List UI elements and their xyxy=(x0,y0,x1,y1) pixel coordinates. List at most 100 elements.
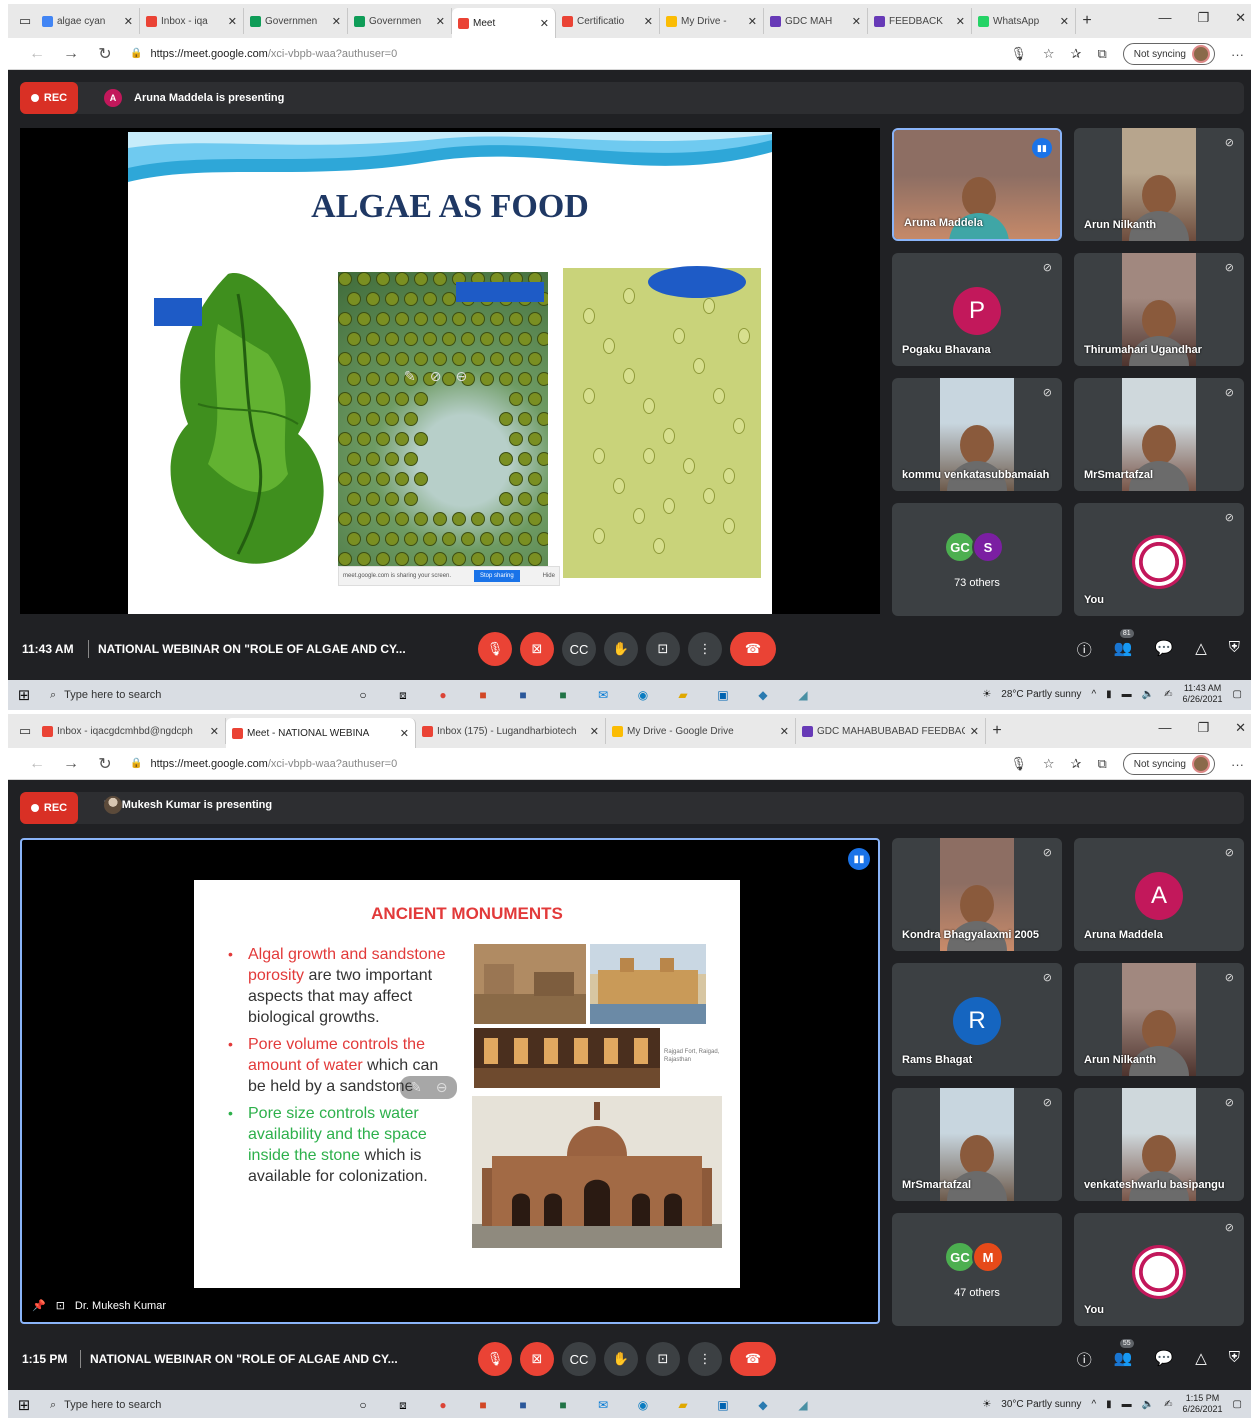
camera-off-button[interactable]: ⊠ xyxy=(520,1342,554,1376)
battery-icon[interactable]: ▮ xyxy=(1106,689,1112,700)
pin-icon[interactable]: ✎ xyxy=(404,368,416,385)
participant-tile[interactable]: You ⊘ xyxy=(1074,1213,1244,1326)
tab-close-icon[interactable]: ✕ xyxy=(210,725,219,738)
favorites-icon[interactable]: ✰ xyxy=(1071,46,1082,62)
meeting-info-icon[interactable]: ⓘ xyxy=(1077,639,1092,660)
volume-icon[interactable]: 🔈 xyxy=(1142,689,1154,700)
participant-tile[interactable]: Kondra Bhagyalaxmi 2005 ⊘ xyxy=(892,838,1062,951)
browser-tab[interactable]: My Drive - Google Drive ✕ xyxy=(606,718,796,744)
url-field[interactable]: 🔒 https://meet.google.com /xci-vbpb-waa?… xyxy=(130,758,397,770)
chat-icon[interactable]: 💬 xyxy=(1155,1349,1174,1370)
weather-text[interactable]: 28°C Partly sunny xyxy=(1001,689,1081,700)
participant-tile[interactable]: Aruna Maddela ▮▮ xyxy=(892,128,1062,241)
leave-call-button[interactable]: ☎ xyxy=(730,632,776,666)
favorite-add-icon[interactable]: ☆ xyxy=(1043,756,1055,772)
leave-call-button[interactable]: ☎ xyxy=(730,1342,776,1376)
activities-icon[interactable]: △ xyxy=(1195,639,1207,660)
participant-tile[interactable]: You ⊘ xyxy=(1074,503,1244,616)
meeting-info-icon[interactable]: ⓘ xyxy=(1077,1349,1092,1370)
tab-close-icon[interactable]: ✕ xyxy=(852,15,861,28)
app-icon-2[interactable]: ◢ xyxy=(790,684,816,706)
participant-tile[interactable]: R Rams Bhagat ⊘ xyxy=(892,963,1062,1076)
tab-close-icon[interactable]: ✕ xyxy=(780,725,789,738)
tab-actions-icon[interactable]: ▭ xyxy=(14,720,36,742)
tab-close-icon[interactable]: ✕ xyxy=(540,17,549,30)
new-tab-icon[interactable]: + xyxy=(1076,12,1098,30)
browser-tab[interactable]: FEEDBACK ✕ xyxy=(868,8,972,34)
cortana-icon[interactable]: ○ xyxy=(350,684,376,706)
profile-sync-button[interactable]: Not syncing xyxy=(1122,43,1215,65)
edge-icon[interactable]: ◉ xyxy=(630,684,656,706)
browser-tab[interactable]: Inbox (175) - Lugandharbiotech ✕ xyxy=(416,718,606,744)
mail-icon[interactable]: ✉ xyxy=(590,1394,616,1416)
participant-tile[interactable]: GC S 73 others xyxy=(892,503,1062,616)
host-controls-icon[interactable]: ⛨ xyxy=(1229,639,1240,660)
network-icon[interactable]: ▬ xyxy=(1122,689,1132,700)
word-icon[interactable]: ■ xyxy=(510,1394,536,1416)
raise-hand-button[interactable]: ✋ xyxy=(604,632,638,666)
collections-icon[interactable]: ⧉ xyxy=(1097,46,1106,62)
people-icon[interactable]: 👥 81 xyxy=(1114,629,1134,660)
tab-close-icon[interactable]: ✕ xyxy=(748,15,757,28)
captions-button[interactable]: CC xyxy=(562,1342,596,1376)
participant-tile[interactable]: GC M 47 others xyxy=(892,1213,1062,1326)
forward-icon[interactable]: → xyxy=(54,45,88,63)
taskbar-search[interactable]: ⌕ Type here to search xyxy=(40,1393,310,1417)
notifications-icon[interactable]: ▢ xyxy=(1233,1399,1242,1410)
participant-tile[interactable]: P Pogaku Bhavana ⊘ xyxy=(892,253,1062,366)
close-window-icon[interactable]: ✕ xyxy=(1235,10,1246,26)
tab-close-icon[interactable]: ✕ xyxy=(644,15,653,28)
activities-icon[interactable]: △ xyxy=(1195,1349,1207,1370)
present-button[interactable]: ⊡ xyxy=(646,1342,680,1376)
favorite-add-icon[interactable]: ☆ xyxy=(1043,46,1055,62)
mic-permission-icon[interactable]: 🎙 xyxy=(1010,756,1027,772)
more-options-button[interactable]: ⋮ xyxy=(688,632,722,666)
reload-icon[interactable]: ↻ xyxy=(88,44,122,64)
windows-start-icon[interactable]: ⊞ xyxy=(8,686,40,704)
windows-start-icon[interactable]: ⊞ xyxy=(8,1396,40,1414)
tab-close-icon[interactable]: ✕ xyxy=(124,15,133,28)
word-icon[interactable]: ■ xyxy=(510,684,536,706)
chrome-icon[interactable]: ● xyxy=(430,1394,456,1416)
taskbar-clock[interactable]: 11:43 AM 6/26/2021 xyxy=(1183,683,1223,705)
camera-off-button[interactable]: ⊠ xyxy=(520,632,554,666)
task-view-icon[interactable]: ⧈ xyxy=(390,1394,416,1416)
weather-text[interactable]: 30°C Partly sunny xyxy=(1001,1399,1081,1410)
excel-icon[interactable]: ■ xyxy=(550,1394,576,1416)
more-menu-icon[interactable]: ··· xyxy=(1231,757,1244,772)
browser-tab[interactable]: WhatsApp ✕ xyxy=(972,8,1076,34)
new-tab-icon[interactable]: + xyxy=(986,722,1008,740)
minimize-icon[interactable]: — xyxy=(1158,720,1171,736)
store-icon[interactable]: ▣ xyxy=(710,684,736,706)
network-icon[interactable]: ▬ xyxy=(1122,1399,1132,1410)
browser-tab[interactable]: Meet ✕ xyxy=(452,8,556,38)
battery-icon[interactable]: ▮ xyxy=(1106,1399,1112,1410)
browser-tab[interactable]: Inbox - iqa ✕ xyxy=(140,8,244,34)
tab-close-icon[interactable]: ✕ xyxy=(590,725,599,738)
remove-tile-icon[interactable]: ⊖ xyxy=(455,368,467,385)
mic-off-button[interactable]: 🎙 xyxy=(478,1342,512,1376)
chrome-icon[interactable]: ● xyxy=(430,684,456,706)
powerpoint-icon[interactable]: ■ xyxy=(470,684,496,706)
more-options-button[interactable]: ⋮ xyxy=(688,1342,722,1376)
tray-chevron-icon[interactable]: ^ xyxy=(1091,1399,1096,1410)
collections-icon[interactable]: ⧉ xyxy=(1097,756,1106,772)
excel-icon[interactable]: ■ xyxy=(550,684,576,706)
pin-icon[interactable]: ✎ xyxy=(410,1079,422,1096)
participant-tile[interactable]: Arun Nilkanth ⊘ xyxy=(1074,128,1244,241)
maximize-icon[interactable]: ❐ xyxy=(1197,10,1209,26)
stop-sharing-button[interactable]: Stop sharing xyxy=(474,570,520,582)
participant-tile[interactable]: MrSmartafzal ⊘ xyxy=(1074,378,1244,491)
tab-actions-icon[interactable]: ▭ xyxy=(14,10,36,32)
browser-tab[interactable]: algae cyan ✕ xyxy=(36,8,140,34)
mail-icon[interactable]: ✉ xyxy=(590,684,616,706)
participant-tile[interactable]: Thirumahari Ugandhar ⊘ xyxy=(1074,253,1244,366)
url-field[interactable]: 🔒 https://meet.google.com /xci-vbpb-waa?… xyxy=(130,48,397,60)
taskbar-search[interactable]: ⌕ Type here to search xyxy=(40,683,310,707)
mute-tile-icon[interactable]: ⊘ xyxy=(430,368,442,385)
browser-tab[interactable]: Meet - NATIONAL WEBINA ✕ xyxy=(226,718,416,748)
hide-share-bar-link[interactable]: Hide xyxy=(543,573,555,579)
tab-close-icon[interactable]: ✕ xyxy=(400,727,409,740)
participant-tile[interactable]: A Aruna Maddela ⊘ xyxy=(1074,838,1244,951)
store-icon[interactable]: ▣ xyxy=(710,1394,736,1416)
